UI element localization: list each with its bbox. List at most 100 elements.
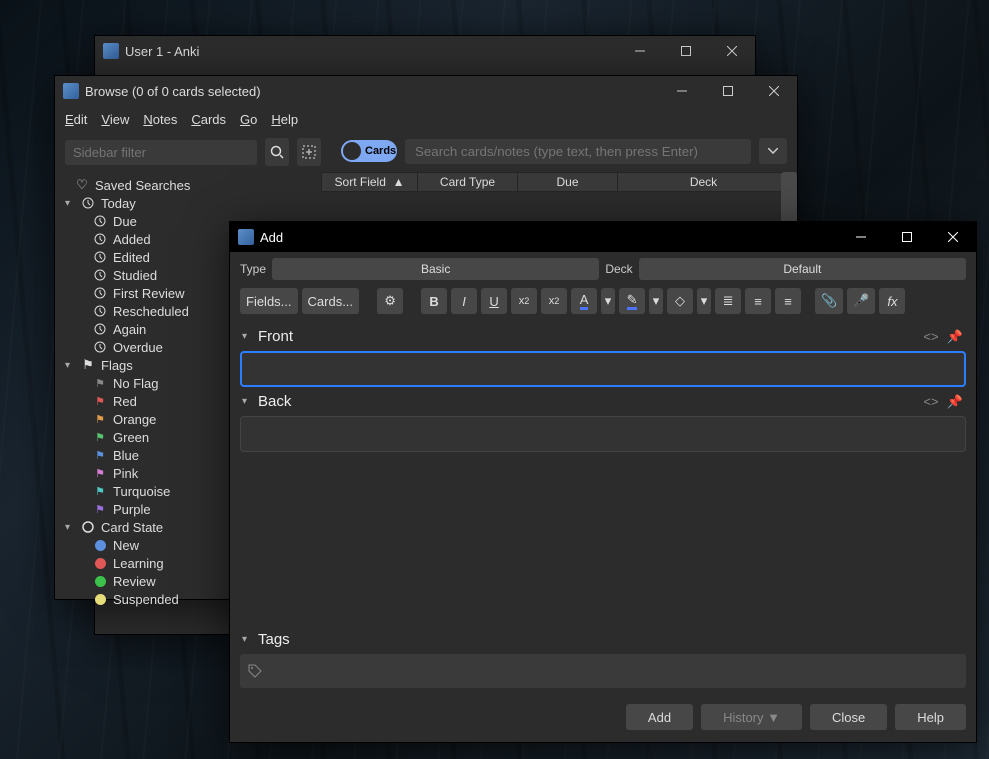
heart-icon: ♡ — [75, 177, 89, 193]
chevron-down-icon: ▾ — [242, 331, 252, 342]
circle-icon — [93, 594, 107, 605]
eraser-button[interactable]: ◇ — [667, 288, 693, 314]
main-titlebar[interactable]: User 1 - Anki — [95, 36, 755, 66]
equation-button[interactable]: fx — [879, 288, 905, 314]
column-deck[interactable]: Deck — [618, 173, 790, 191]
bullet-list-icon: ≣ — [723, 293, 734, 309]
bold-button[interactable]: B — [421, 288, 447, 314]
html-toggle-icon[interactable]: <> — [922, 394, 940, 409]
anki-icon — [63, 83, 79, 99]
unordered-list-button[interactable]: ≣ — [715, 288, 741, 314]
clock-icon — [93, 251, 107, 263]
menu-help[interactable]: Help — [271, 112, 298, 127]
browse-title: Browse (0 of 0 cards selected) — [85, 84, 261, 99]
pin-icon[interactable]: 📌 — [946, 329, 964, 345]
note-type-selector[interactable]: Basic — [272, 258, 599, 280]
add-button[interactable]: Add — [626, 704, 693, 730]
flag-icon: ⚑ — [93, 449, 107, 462]
pin-icon[interactable]: 📌 — [946, 394, 964, 410]
anki-icon — [238, 229, 254, 245]
circle-icon — [93, 540, 107, 551]
paperclip-icon: 📎 — [821, 293, 837, 309]
flag-icon: ⚑ — [93, 413, 107, 426]
menu-cards[interactable]: Cards — [191, 112, 226, 127]
clock-icon — [93, 287, 107, 299]
close-add-button[interactable]: Close — [810, 704, 887, 730]
help-button[interactable]: Help — [895, 704, 966, 730]
close-button[interactable] — [930, 222, 976, 252]
sidebar-filter-input[interactable] — [65, 140, 257, 165]
search-icon[interactable] — [265, 138, 289, 166]
ordered-list-button[interactable]: ≡ — [745, 288, 771, 314]
clock-icon — [93, 341, 107, 353]
html-toggle-icon[interactable]: <> — [922, 329, 940, 344]
menu-edit[interactable]: Edit — [65, 112, 87, 127]
highlight-menu[interactable]: ▾ — [649, 288, 663, 314]
flag-icon: ⚑ — [93, 431, 107, 444]
front-field-header[interactable]: ▾ Front <> 📌 — [240, 322, 966, 351]
attachment-button[interactable]: 📎 — [815, 288, 843, 314]
column-card-type[interactable]: Card Type — [418, 173, 518, 191]
italic-button[interactable]: I — [451, 288, 477, 314]
record-audio-button[interactable]: 🎤 — [847, 288, 875, 314]
text-color-menu[interactable]: ▾ — [601, 288, 615, 314]
minimize-button[interactable] — [659, 76, 705, 106]
underline-button[interactable]: U — [481, 288, 507, 314]
menu-go[interactable]: Go — [240, 112, 257, 127]
maximize-button[interactable] — [884, 222, 930, 252]
chevron-down-icon: ▾ — [242, 634, 252, 645]
clock-icon — [81, 197, 95, 209]
tags-header[interactable]: ▾ Tags — [240, 625, 966, 654]
back-field-input[interactable] — [240, 416, 966, 452]
search-dropdown-button[interactable] — [759, 138, 787, 164]
history-button[interactable]: History ▼ — [701, 704, 802, 730]
mic-icon: 🎤 — [853, 293, 869, 309]
add-titlebar[interactable]: Add — [230, 222, 976, 252]
clock-icon — [93, 323, 107, 335]
front-field-input[interactable] — [240, 351, 966, 387]
select-all-icon[interactable] — [297, 138, 321, 166]
close-button[interactable] — [709, 36, 755, 66]
alignment-button[interactable]: ≡ — [775, 288, 801, 314]
cards-notes-toggle[interactable]: Cards — [341, 140, 397, 162]
menu-notes[interactable]: Notes — [143, 112, 177, 127]
minimize-button[interactable] — [838, 222, 884, 252]
highlighter-icon: ✎ — [627, 293, 638, 310]
superscript-button[interactable]: x2 — [511, 288, 537, 314]
text-color-button[interactable]: A — [571, 288, 597, 314]
search-input[interactable] — [405, 139, 751, 164]
browse-titlebar[interactable]: Browse (0 of 0 cards selected) — [55, 76, 797, 106]
flag-icon: ⚑ — [93, 467, 107, 480]
maximize-button[interactable] — [705, 76, 751, 106]
flag-icon: ⚑ — [93, 395, 107, 408]
clock-icon — [93, 215, 107, 227]
circle-icon — [93, 558, 107, 569]
clock-icon — [93, 305, 107, 317]
circle-icon — [81, 521, 95, 533]
tags-input[interactable] — [240, 654, 966, 688]
sidebar-saved-searches[interactable]: ♡ Saved Searches — [61, 176, 315, 194]
fields-button[interactable]: Fields... — [240, 288, 298, 314]
flag-icon: ⚑ — [93, 377, 107, 390]
highlight-button[interactable]: ✎ — [619, 288, 645, 314]
menu-view[interactable]: View — [101, 112, 129, 127]
sidebar-today[interactable]: ▾ Today — [61, 194, 315, 212]
cards-button[interactable]: Cards... — [302, 288, 360, 314]
close-button[interactable] — [751, 76, 797, 106]
chevron-down-icon: ▾ — [242, 396, 252, 407]
minimize-button[interactable] — [617, 36, 663, 66]
type-label: Type — [240, 262, 266, 276]
column-sort-field[interactable]: Sort Field ▲ — [322, 173, 418, 191]
main-title: User 1 - Anki — [125, 44, 199, 59]
deck-selector[interactable]: Default — [639, 258, 966, 280]
maximize-button[interactable] — [663, 36, 709, 66]
chevron-down-icon: ▾ — [65, 198, 75, 209]
options-button[interactable]: ⚙ — [377, 288, 403, 314]
subscript-button[interactable]: x2 — [541, 288, 567, 314]
align-icon: ≡ — [784, 294, 792, 309]
eraser-icon: ◇ — [675, 293, 685, 309]
back-field-header[interactable]: ▾ Back <> 📌 — [240, 387, 966, 416]
flag-icon: ⚑ — [93, 503, 107, 516]
column-due[interactable]: Due — [518, 173, 618, 191]
eraser-menu[interactable]: ▾ — [697, 288, 711, 314]
